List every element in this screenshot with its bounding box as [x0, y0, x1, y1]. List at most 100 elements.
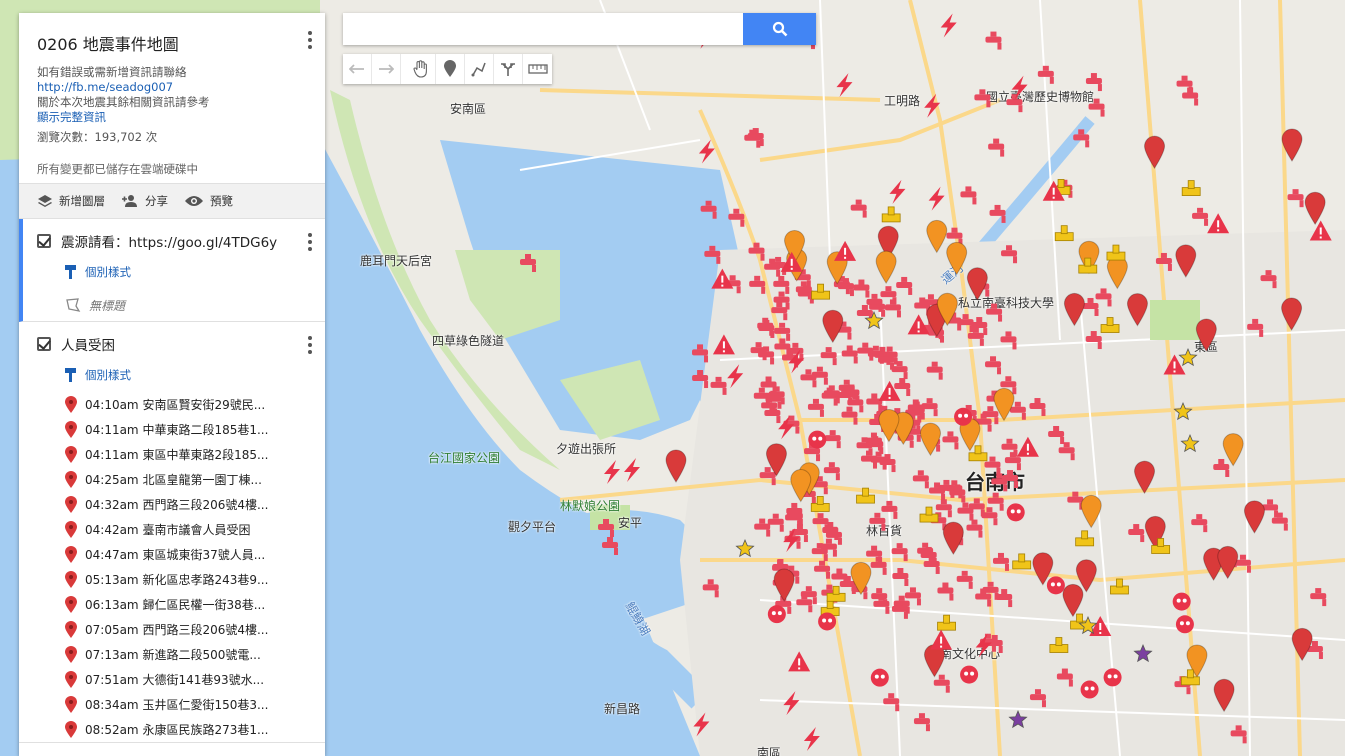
trapped-list-item[interactable]: 04:11am 東區中華東路2段185... — [19, 442, 325, 467]
water-outage-marker[interactable] — [1000, 331, 1017, 350]
power-outage-marker[interactable] — [836, 73, 853, 98]
map-title[interactable]: 0206 地震事件地圖 — [37, 31, 307, 55]
water-outage-marker[interactable] — [989, 204, 1006, 223]
water-outage-marker[interactable] — [820, 347, 837, 366]
water-outage-marker[interactable] — [1230, 725, 1247, 744]
star-marker[interactable] — [1173, 401, 1193, 421]
water-outage-marker[interactable] — [841, 406, 858, 425]
warning-marker[interactable] — [712, 334, 735, 355]
power-outage-marker[interactable] — [783, 691, 800, 716]
water-outage-marker[interactable] — [985, 31, 1002, 50]
water-outage-marker[interactable] — [749, 275, 766, 294]
star-marker[interactable] — [1008, 709, 1028, 729]
search-input[interactable] — [343, 13, 743, 45]
map-pin-marker[interactable] — [1304, 191, 1326, 226]
gas-leak-marker[interactable] — [856, 487, 875, 504]
map-pin-marker[interactable] — [1134, 460, 1156, 495]
map-pin-marker[interactable] — [966, 267, 988, 301]
water-outage-marker[interactable] — [974, 89, 991, 108]
water-outage-marker[interactable] — [1192, 207, 1209, 226]
skull-marker[interactable] — [818, 612, 837, 631]
water-outage-marker[interactable] — [841, 345, 858, 364]
water-outage-marker[interactable] — [1085, 331, 1102, 350]
gas-leak-marker[interactable] — [1049, 637, 1069, 653]
power-outage-marker[interactable] — [928, 186, 945, 211]
water-outage-marker[interactable] — [702, 579, 719, 598]
water-outage-marker[interactable] — [598, 519, 614, 537]
map-pin-marker[interactable] — [942, 521, 964, 556]
water-outage-marker[interactable] — [774, 338, 791, 357]
water-outage-marker[interactable] — [850, 199, 867, 218]
water-outage-marker[interactable] — [1037, 65, 1054, 84]
gas-leak-marker[interactable] — [1075, 530, 1095, 547]
water-outage-marker[interactable] — [894, 378, 911, 397]
warning-marker[interactable] — [1016, 436, 1039, 457]
trapped-list-item[interactable]: 04:32am 西門路三段206號4樓... — [19, 492, 325, 517]
trapped-list-item[interactable]: 08:34am 玉井區仁愛街150巷3... — [19, 692, 325, 717]
skull-marker[interactable] — [767, 605, 786, 624]
water-outage-marker[interactable] — [692, 344, 709, 363]
power-outage-marker[interactable] — [698, 139, 715, 164]
warning-marker[interactable] — [834, 240, 857, 261]
water-outage-marker[interactable] — [891, 543, 908, 562]
water-outage-marker[interactable] — [774, 322, 791, 341]
water-outage-marker[interactable] — [942, 431, 959, 450]
map-pin-marker[interactable] — [773, 568, 795, 602]
water-outage-marker[interactable] — [700, 200, 717, 219]
water-outage-marker[interactable] — [1155, 252, 1172, 271]
map-pin-marker[interactable] — [1281, 128, 1303, 162]
map-pin-marker[interactable] — [946, 241, 968, 276]
water-outage-marker[interactable] — [1085, 73, 1102, 92]
water-outage-marker[interactable] — [1001, 438, 1018, 457]
water-outage-marker[interactable] — [985, 356, 1002, 375]
water-outage-marker[interactable] — [937, 582, 954, 601]
warning-marker[interactable] — [930, 629, 953, 650]
desc-link[interactable]: http://fb.me/seadog007 — [37, 80, 173, 94]
power-outage-marker[interactable] — [727, 364, 744, 389]
water-outage-marker[interactable] — [1247, 318, 1264, 337]
water-outage-marker[interactable] — [1048, 425, 1065, 444]
power-outage-marker[interactable] — [693, 712, 710, 737]
water-outage-marker[interactable] — [1056, 668, 1073, 687]
gas-leak-marker[interactable] — [919, 506, 939, 523]
skull-marker[interactable] — [960, 665, 979, 684]
trapped-list-item[interactable]: 04:10am 安南區賢安街29號民... — [19, 392, 325, 417]
water-outage-marker[interactable] — [956, 570, 973, 589]
layer-epicenter-checkbox[interactable] — [37, 234, 51, 248]
map-pin-marker[interactable] — [926, 219, 948, 254]
map-pin-marker[interactable] — [665, 449, 687, 483]
layer-trapped-title[interactable]: 人員受困 — [61, 334, 115, 354]
water-outage-marker[interactable] — [926, 361, 943, 380]
water-outage-marker[interactable] — [1213, 458, 1230, 477]
skull-marker[interactable] — [1172, 592, 1191, 611]
gas-leak-marker[interactable] — [1100, 317, 1120, 333]
water-outage-marker[interactable] — [771, 302, 788, 321]
map-pin-marker[interactable] — [1106, 255, 1128, 290]
water-outage-marker[interactable] — [1006, 94, 1023, 113]
map-pin-marker[interactable] — [1144, 135, 1166, 170]
water-outage-marker[interactable] — [704, 245, 721, 264]
water-outage-marker[interactable] — [1182, 87, 1199, 106]
map-pin-marker[interactable] — [1243, 500, 1265, 534]
water-outage-marker[interactable] — [1128, 524, 1145, 543]
water-outage-marker[interactable] — [869, 512, 886, 531]
map-pin-marker[interactable] — [875, 250, 897, 285]
layer-trapped-kebab-icon[interactable] — [307, 336, 313, 354]
water-outage-marker[interactable] — [988, 138, 1005, 157]
trapped-list-item[interactable]: 07:51am 大德街141巷93號水... — [19, 667, 325, 692]
layer-trapped-style-link[interactable]: 個別樣式 — [19, 366, 325, 384]
skull-marker[interactable] — [870, 668, 889, 687]
pan-tool-button[interactable] — [407, 54, 436, 84]
map-pin-marker[interactable] — [1222, 433, 1244, 467]
warning-marker[interactable] — [788, 651, 811, 672]
water-outage-marker[interactable] — [1310, 588, 1327, 607]
map-pin-marker[interactable] — [1281, 297, 1303, 331]
directions-button[interactable] — [494, 54, 523, 84]
water-outage-marker[interactable] — [773, 275, 790, 294]
gas-leak-marker[interactable] — [1106, 244, 1126, 261]
draw-line-button[interactable] — [465, 54, 494, 84]
trapped-list-item[interactable]: 04:47am 東區城東街37號人員... — [19, 542, 325, 567]
water-outage-marker[interactable] — [881, 500, 898, 519]
trapped-list-item[interactable]: 07:13am 新進路二段500號電... — [19, 642, 325, 667]
water-outage-marker[interactable] — [866, 393, 883, 412]
